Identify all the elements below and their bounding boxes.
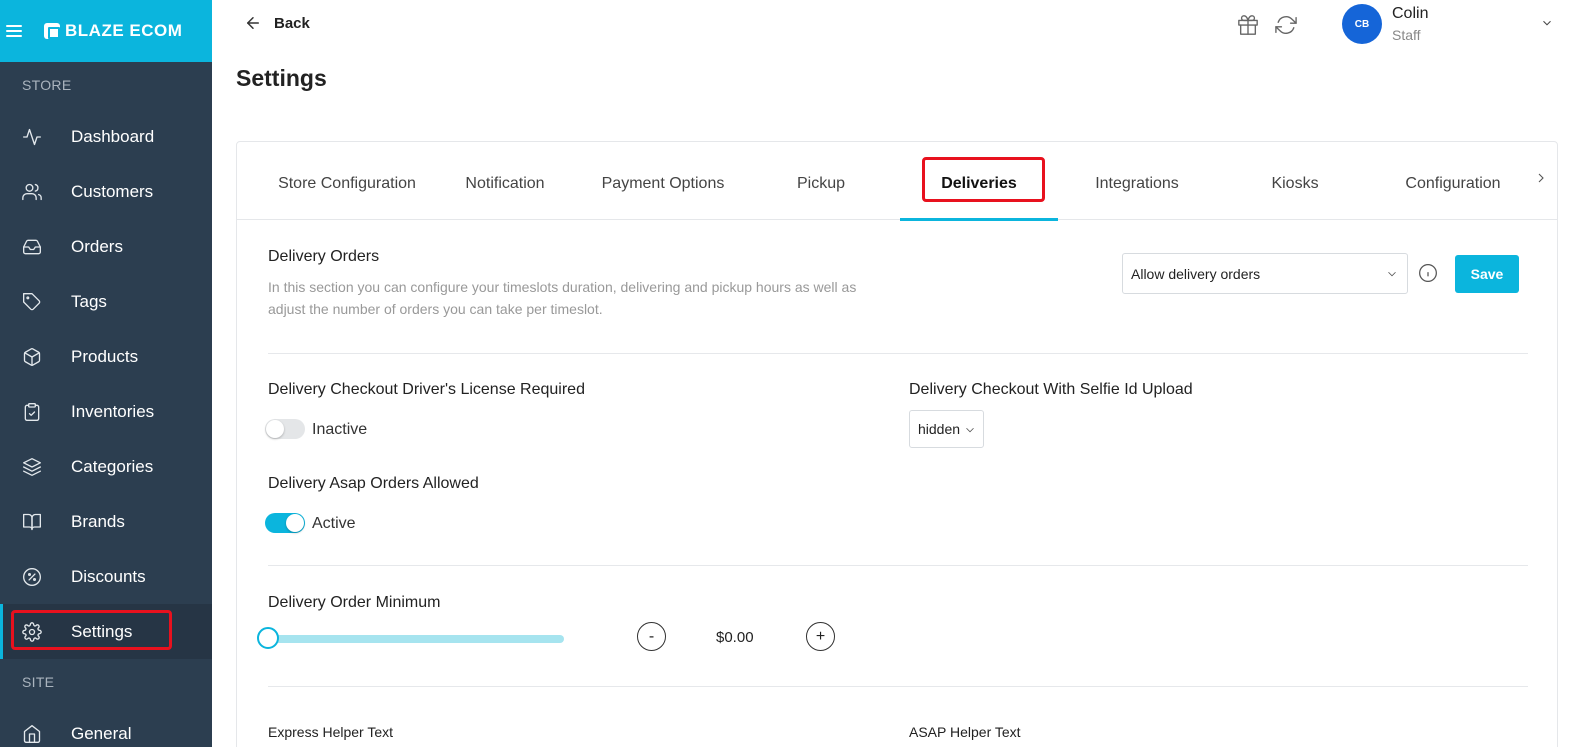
tab-kiosks[interactable]: Kiosks xyxy=(1216,142,1374,220)
users-icon xyxy=(22,182,42,202)
sidebar-item-label: Discounts xyxy=(71,566,146,586)
divider xyxy=(268,686,1528,687)
slider-handle[interactable] xyxy=(257,627,279,649)
sidebar-item-inventories[interactable]: Inventories xyxy=(0,384,212,439)
logo-icon xyxy=(44,23,60,39)
refresh-icon[interactable] xyxy=(1275,14,1297,36)
section-description-line: In this section you can configure your t… xyxy=(268,279,857,295)
sidebar-item-settings[interactable]: Settings xyxy=(0,604,212,659)
hamburger-menu-icon[interactable] xyxy=(6,25,22,37)
user-name: Colin xyxy=(1392,5,1429,22)
delivery-mode-value: Allow delivery orders xyxy=(1131,265,1261,282)
sidebar-item-label: Products xyxy=(71,346,139,366)
section-label-store: STORE xyxy=(22,77,72,93)
selfie-upload-select[interactable]: hidden xyxy=(909,410,984,448)
sidebar-item-customers[interactable]: Customers xyxy=(0,164,212,219)
sidebar-item-label: Dashboard xyxy=(71,126,155,146)
inbox-icon xyxy=(22,237,42,257)
arrow-left-icon xyxy=(247,17,259,29)
sidebar-item-label: Brands xyxy=(71,511,125,531)
sidebar-item-dashboard[interactable]: Dashboard xyxy=(0,109,212,164)
tab-payment-options[interactable]: Payment Options xyxy=(584,142,742,220)
asap-helper-label: ASAP Helper Text xyxy=(909,724,1021,740)
chevron-right-icon[interactable] xyxy=(1533,170,1549,186)
section-description: In this section you can configure your t… xyxy=(268,276,908,320)
top-bar: Back CB Colin Staff xyxy=(212,0,1588,50)
tab-deliveries[interactable]: Deliveries xyxy=(900,142,1058,221)
increase-button[interactable]: + xyxy=(806,622,835,651)
gift-icon[interactable] xyxy=(1237,14,1259,36)
clipboard-icon xyxy=(22,402,42,422)
layers-icon xyxy=(22,457,42,477)
asap-orders-toggle[interactable] xyxy=(265,513,305,533)
back-label: Back xyxy=(274,14,310,32)
asap-orders-state: Active xyxy=(312,515,356,532)
divider xyxy=(268,565,1528,566)
sidebar-item-label: Orders xyxy=(71,236,123,256)
sidebar-item-tags[interactable]: Tags xyxy=(0,274,212,329)
decrease-button[interactable]: - xyxy=(637,622,666,651)
sidebar: BLAZE ECOM STORE Dashboard Customers Ord… xyxy=(0,0,212,747)
license-required-label: Delivery Checkout Driver's License Requi… xyxy=(268,381,585,398)
delivery-mode-select[interactable]: Allow delivery orders xyxy=(1122,253,1408,294)
home-icon xyxy=(22,724,42,744)
tab-pickup[interactable]: Pickup xyxy=(742,142,900,220)
settings-card: Store Configuration Notification Payment… xyxy=(236,141,1558,747)
license-required-toggle[interactable] xyxy=(265,419,305,439)
sidebar-item-label: Customers xyxy=(71,181,154,201)
section-description-line: adjust the number of orders you can take… xyxy=(268,301,603,317)
selfie-upload-label: Delivery Checkout With Selfie Id Upload xyxy=(909,381,1193,398)
sidebar-item-discounts[interactable]: Discounts xyxy=(0,549,212,604)
sidebar-item-brands[interactable]: Brands xyxy=(0,494,212,549)
tab-configuration[interactable]: Configuration xyxy=(1374,142,1532,220)
order-minimum-value: $0.00 xyxy=(716,629,754,646)
divider xyxy=(268,353,1528,354)
info-icon[interactable] xyxy=(1418,263,1438,283)
book-icon xyxy=(22,512,42,532)
percent-icon xyxy=(22,567,42,587)
sidebar-item-categories[interactable]: Categories xyxy=(0,439,212,494)
settings-tabs: Store Configuration Notification Payment… xyxy=(237,142,1557,221)
back-button[interactable]: Back xyxy=(244,14,310,32)
order-minimum-label: Delivery Order Minimum xyxy=(268,594,441,611)
save-button[interactable]: Save xyxy=(1455,255,1519,293)
gear-icon xyxy=(22,621,42,642)
section-title: Delivery Orders xyxy=(268,248,380,265)
box-icon xyxy=(22,347,42,367)
sidebar-item-label: Tags xyxy=(71,291,107,311)
selfie-upload-value: hidden xyxy=(918,421,961,437)
section-label-site: SITE xyxy=(22,674,55,690)
sidebar-item-label: Settings xyxy=(71,621,133,641)
license-required-state: Inactive xyxy=(312,421,368,438)
sidebar-item-label: General xyxy=(71,723,132,743)
express-helper-label: Express Helper Text xyxy=(268,724,394,740)
page-title: Settings xyxy=(236,65,327,91)
tab-notification[interactable]: Notification xyxy=(426,142,584,220)
chevron-down-icon[interactable] xyxy=(1540,16,1554,30)
brand-bar: BLAZE ECOM xyxy=(0,0,212,62)
activity-icon xyxy=(22,127,42,147)
tab-integrations[interactable]: Integrations xyxy=(1058,142,1216,220)
sidebar-item-products[interactable]: Products xyxy=(0,329,212,384)
sidebar-item-general[interactable]: General xyxy=(0,706,212,747)
sidebar-item-label: Inventories xyxy=(71,401,155,421)
order-minimum-slider[interactable] xyxy=(268,635,564,643)
user-role: Staff xyxy=(1392,27,1421,43)
brand-name: BLAZE ECOM xyxy=(65,21,183,40)
brand-logo[interactable]: BLAZE ECOM xyxy=(44,21,182,41)
tab-store-configuration[interactable]: Store Configuration xyxy=(268,142,426,220)
user-menu[interactable]: CB Colin Staff xyxy=(1342,4,1428,44)
tag-icon xyxy=(22,292,42,312)
avatar: CB xyxy=(1342,4,1382,44)
asap-orders-label: Delivery Asap Orders Allowed xyxy=(268,475,479,492)
sidebar-item-orders[interactable]: Orders xyxy=(0,219,212,274)
chevron-down-icon xyxy=(1388,271,1396,277)
chevron-down-icon xyxy=(966,427,974,433)
sidebar-item-label: Categories xyxy=(71,456,154,476)
